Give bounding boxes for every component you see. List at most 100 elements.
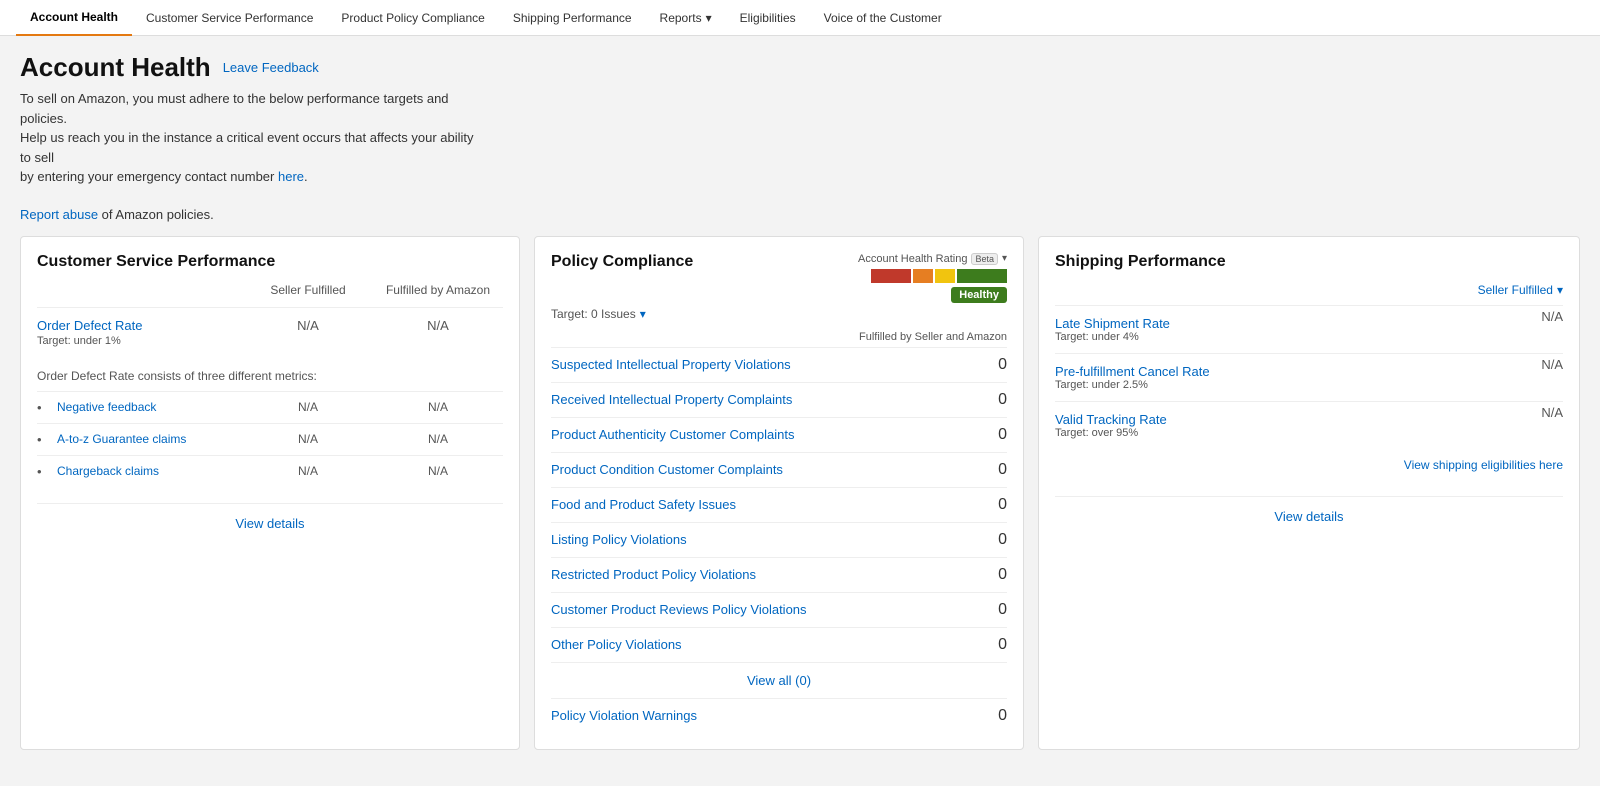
negative-feedback-link[interactable]: Negative feedback [57, 400, 243, 414]
cb-val1: N/A [243, 464, 373, 478]
policy-item-cprpv: Customer Product Reviews Policy Violatio… [551, 592, 1007, 627]
policy-target-chevron-icon[interactable]: ▾ [640, 307, 646, 321]
valid-tracking-value: N/A [1541, 405, 1563, 420]
shipping-card-title: Shipping Performance [1055, 253, 1563, 271]
ripc-count: 0 [998, 391, 1007, 409]
cb-val2: N/A [373, 464, 503, 478]
lpv-count: 0 [998, 531, 1007, 549]
policy-compliance-card: Policy Compliance Account Health Rating … [534, 236, 1024, 750]
valid-tracking-target: Target: over 95% [1055, 427, 1563, 439]
page-description: To sell on Amazon, you must adhere to th… [20, 89, 480, 187]
policy-card-header: Policy Compliance Account Health Rating … [551, 253, 1007, 303]
emergency-contact-link[interactable]: here [278, 169, 304, 184]
pccc-link[interactable]: Product Condition Customer Complaints [551, 462, 783, 477]
pvw-link[interactable]: Policy Violation Warnings [551, 708, 697, 723]
shipping-filter-row: Seller Fulfilled ▾ [1055, 283, 1563, 297]
valid-tracking-rate-link[interactable]: Valid Tracking Rate [1055, 412, 1167, 427]
beta-badge: Beta [971, 253, 998, 265]
fpsi-link[interactable]: Food and Product Safety Issues [551, 497, 736, 512]
page-header: Account Health Leave Feedback To sell on… [20, 52, 1580, 222]
policy-compliance-title: Policy Compliance [551, 253, 693, 271]
late-shipment-value: N/A [1541, 309, 1563, 324]
policy-violation-warnings-row: Policy Violation Warnings 0 [551, 698, 1007, 733]
health-bar-red [871, 269, 911, 283]
pre-fulfillment-value: N/A [1541, 357, 1563, 372]
csp-card-title: Customer Service Performance [37, 253, 503, 271]
seller-fulfilled-dropdown[interactable]: Seller Fulfilled ▾ [1478, 283, 1563, 297]
ahr-section: Account Health Rating Beta ▾ Healthy [858, 253, 1007, 303]
customer-service-card: Customer Service Performance Seller Fulf… [20, 236, 520, 750]
atoz-val2: N/A [373, 432, 503, 446]
order-defect-rate-row: Order Defect Rate Target: under 1% N/A N… [37, 307, 503, 357]
chargeback-claims-row: • Chargeback claims N/A N/A [37, 455, 503, 487]
ahr-chevron-icon: ▾ [1002, 253, 1007, 264]
chevron-down-icon: ▾ [706, 11, 712, 25]
pacc-link[interactable]: Product Authenticity Customer Complaints [551, 427, 795, 442]
fulfilled-by-label: Fulfilled by Seller and Amazon [551, 331, 1007, 343]
cprpv-count: 0 [998, 601, 1007, 619]
report-abuse-link[interactable]: Report abuse [20, 207, 98, 222]
shipping-view-details-link[interactable]: View details [1274, 509, 1343, 524]
odr-val2: N/A [373, 318, 503, 333]
report-abuse-section: Report abuse of Amazon policies. [20, 197, 1580, 222]
rppv-link[interactable]: Restricted Product Policy Violations [551, 567, 756, 582]
view-all-link[interactable]: View all (0) [747, 673, 811, 688]
pacc-count: 0 [998, 426, 1007, 444]
health-rating-bar [871, 269, 1007, 283]
atoz-claims-row: • A-to-z Guarantee claims N/A N/A [37, 423, 503, 455]
opv-count: 0 [998, 636, 1007, 654]
nav-customer-service[interactable]: Customer Service Performance [132, 0, 327, 36]
late-shipment-rate-link[interactable]: Late Shipment Rate [1055, 316, 1170, 331]
pre-fulfillment-cancel-link[interactable]: Pre-fulfillment Cancel Rate [1055, 364, 1210, 379]
dashboard-columns: Customer Service Performance Seller Fulf… [20, 236, 1580, 750]
page-title: Account Health [20, 52, 211, 83]
policy-item-lpv: Listing Policy Violations 0 [551, 522, 1007, 557]
lpv-link[interactable]: Listing Policy Violations [551, 532, 687, 547]
sipv-count: 0 [998, 356, 1007, 374]
main-content: Account Health Leave Feedback To sell on… [0, 36, 1600, 766]
policy-item-opv: Other Policy Violations 0 [551, 627, 1007, 662]
leave-feedback-link[interactable]: Leave Feedback [223, 60, 319, 75]
pre-fulfillment-cancel-row: Pre-fulfillment Cancel Rate Target: unde… [1055, 353, 1563, 401]
nf-val1: N/A [243, 400, 373, 414]
atoz-val1: N/A [243, 432, 373, 446]
fpsi-count: 0 [998, 496, 1007, 514]
nav-account-health[interactable]: Account Health [16, 0, 132, 36]
shipping-performance-card: Shipping Performance Seller Fulfilled ▾ … [1038, 236, 1580, 750]
nav-reports[interactable]: Reports ▾ [646, 0, 726, 36]
view-shipping-eligibilities-link[interactable]: View shipping eligibilities here [1404, 458, 1563, 472]
csp-column-headers: Seller Fulfilled Fulfilled by Amazon [37, 283, 503, 297]
atoz-claims-link[interactable]: A-to-z Guarantee claims [57, 432, 243, 446]
policy-item-fpsi: Food and Product Safety Issues 0 [551, 487, 1007, 522]
ripc-link[interactable]: Received Intellectual Property Complaint… [551, 392, 792, 407]
nav-voice-of-customer[interactable]: Voice of the Customer [810, 0, 956, 36]
health-bar-green [957, 269, 1007, 283]
view-shipping-eligibilities-row: View shipping eligibilities here [1055, 449, 1563, 480]
healthy-badge: Healthy [951, 287, 1007, 303]
odr-val1: N/A [243, 318, 373, 333]
sub-metrics-title: Order Defect Rate consists of three diff… [37, 369, 503, 383]
policy-item-ripc: Received Intellectual Property Complaint… [551, 382, 1007, 417]
order-defect-rate-link[interactable]: Order Defect Rate [37, 318, 143, 333]
policy-item-rppv: Restricted Product Policy Violations 0 [551, 557, 1007, 592]
policy-item-pccc: Product Condition Customer Complaints 0 [551, 452, 1007, 487]
col-seller-fulfilled: Seller Fulfilled [243, 283, 373, 297]
late-shipment-target: Target: under 4% [1055, 331, 1563, 343]
ahr-label[interactable]: Account Health Rating Beta ▾ [858, 253, 1007, 265]
policy-target: Target: 0 Issues ▾ [551, 307, 1007, 321]
shipping-view-details: View details [1055, 496, 1563, 524]
col-fulfilled-amazon: Fulfilled by Amazon [373, 283, 503, 297]
nf-val2: N/A [373, 400, 503, 414]
sipv-link[interactable]: Suspected Intellectual Property Violatio… [551, 357, 791, 372]
cprpv-link[interactable]: Customer Product Reviews Policy Violatio… [551, 602, 807, 617]
valid-tracking-rate-row: Valid Tracking Rate Target: over 95% N/A [1055, 401, 1563, 449]
pre-fulfillment-target: Target: under 2.5% [1055, 379, 1563, 391]
opv-link[interactable]: Other Policy Violations [551, 637, 682, 652]
nav-eligibilities[interactable]: Eligibilities [726, 0, 810, 36]
health-bar-yellow [935, 269, 955, 283]
nav-shipping-performance[interactable]: Shipping Performance [499, 0, 646, 36]
nav-product-policy[interactable]: Product Policy Compliance [327, 0, 498, 36]
csp-view-details: View details [37, 503, 503, 531]
chargeback-claims-link[interactable]: Chargeback claims [57, 464, 243, 478]
csp-view-details-link[interactable]: View details [235, 516, 304, 531]
